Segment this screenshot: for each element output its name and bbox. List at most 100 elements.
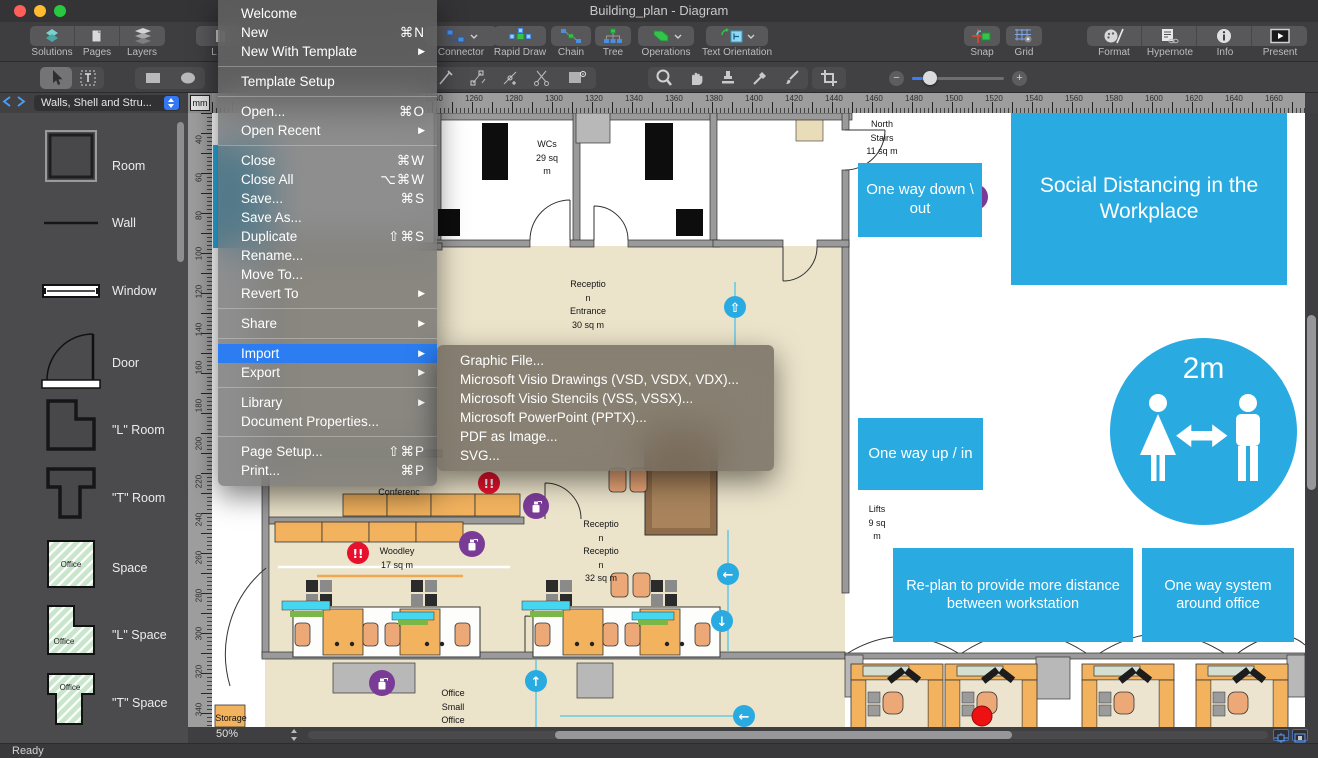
- submenu-arrow-icon: ▶: [418, 125, 425, 136]
- space-shape-icon: Office: [40, 533, 102, 595]
- ruler-unit[interactable]: mm: [190, 95, 210, 111]
- horizontal-scrollbar-thumb[interactable]: [555, 731, 1012, 739]
- label-reception: Receptio n Receptio n 32 sq m: [572, 518, 630, 586]
- chevron-down-icon: [674, 34, 682, 39]
- svg-text:Office: Office: [61, 560, 82, 569]
- page-view-button[interactable]: [1273, 729, 1289, 741]
- zoom-level-stepper[interactable]: [288, 729, 301, 741]
- menu-item-move-to[interactable]: Move To...: [218, 265, 437, 284]
- shape-edit-tool[interactable]: [558, 67, 596, 89]
- status-bar: Ready: [0, 743, 1318, 758]
- snap-button[interactable]: [964, 26, 1000, 46]
- ellipse-tool[interactable]: [170, 67, 205, 89]
- sign-one-way-up[interactable]: One way up / in: [858, 418, 983, 490]
- 2m-label: 2m: [1110, 352, 1297, 386]
- ruler-vertical[interactable]: 4060801001201401601802002202402602803003…: [188, 113, 212, 727]
- library-back-button[interactable]: [0, 94, 14, 112]
- menu-item-save-as[interactable]: Save As...: [218, 208, 437, 227]
- chain-button[interactable]: [551, 26, 591, 46]
- menu-item-import[interactable]: Import▶: [218, 344, 437, 363]
- menu-item-save[interactable]: Save...⌘S: [218, 189, 437, 208]
- submenu-item-visio-stencils[interactable]: Microsoft Visio Stencils (VSS, VSSX)...: [437, 389, 774, 408]
- submenu-item-svg[interactable]: SVG...: [437, 446, 774, 465]
- menu-item-duplicate[interactable]: Duplicate⇧⌘S: [218, 227, 437, 246]
- submenu-item-pdf-as-image[interactable]: PDF as Image...: [437, 427, 774, 446]
- zoom-out-button[interactable]: −: [889, 71, 904, 86]
- rectangle-tool[interactable]: [135, 67, 170, 89]
- horizontal-scrollbar[interactable]: [308, 731, 1268, 739]
- crop-tool[interactable]: [812, 67, 846, 89]
- present-button[interactable]: [1252, 26, 1307, 46]
- menu-item-rename[interactable]: Rename...: [218, 246, 437, 265]
- vertical-scrollbar[interactable]: [1305, 113, 1318, 727]
- operations-button[interactable]: [638, 26, 694, 46]
- grid-button[interactable]: [1006, 26, 1042, 46]
- tree-button[interactable]: [595, 26, 631, 46]
- eyedropper-tool[interactable]: [744, 67, 776, 89]
- library-panel-header: Walls, Shell and Stru...: [0, 93, 188, 113]
- menu-item-close[interactable]: Close⌘W: [218, 151, 437, 170]
- layers-button[interactable]: [120, 26, 165, 46]
- magnifier-icon: [654, 68, 674, 88]
- menu-separator: [218, 431, 437, 442]
- pan-tool[interactable]: [680, 67, 712, 89]
- zoom-slider-thumb[interactable]: [923, 71, 937, 85]
- add-point-tool[interactable]: [494, 67, 526, 89]
- chain-label: Chain: [558, 47, 584, 58]
- rapid-draw-button[interactable]: [494, 26, 546, 46]
- edit-node-tool[interactable]: [462, 67, 494, 89]
- hand-icon: [686, 68, 706, 88]
- label-storage: Storage: [208, 712, 254, 726]
- library-forward-button[interactable]: [14, 94, 28, 112]
- sign-one-way-system[interactable]: One way system around office: [1142, 548, 1294, 642]
- menu-item-document-properties[interactable]: Document Properties...: [218, 412, 437, 431]
- sign-one-way-down[interactable]: One way down \ out: [858, 163, 982, 237]
- sign-2m-distance[interactable]: 2m: [1110, 338, 1297, 525]
- add-point-icon: [500, 68, 520, 88]
- label-reception-entrance: Receptio n Entrance 30 sq m: [557, 278, 619, 332]
- pages-button[interactable]: [75, 26, 120, 46]
- menu-item-new-with-template[interactable]: New With Template▶: [218, 42, 437, 61]
- submenu-item-visio-drawings[interactable]: Microsoft Visio Drawings (VSD, VSDX, VDX…: [437, 370, 774, 389]
- zoom-tool[interactable]: [648, 67, 680, 89]
- menu-item-open-recent[interactable]: Open Recent▶: [218, 121, 437, 140]
- menu-item-new[interactable]: New⌘N: [218, 23, 437, 42]
- format-painter-tool[interactable]: [776, 67, 808, 89]
- menu-item-close-all[interactable]: Close All⌥⌘W: [218, 170, 437, 189]
- label-conference: Conferenc: [370, 486, 428, 500]
- hypernote-button[interactable]: [1142, 26, 1197, 46]
- submenu-item-graphic-file[interactable]: Graphic File...: [437, 351, 774, 370]
- menu-item-welcome[interactable]: Welcome: [218, 4, 437, 23]
- present-icon: [1268, 28, 1292, 44]
- library-scrollbar[interactable]: [177, 122, 184, 262]
- view-tool-group: [648, 67, 808, 89]
- menu-item-open[interactable]: Open...⌘O: [218, 102, 437, 121]
- menu-item-export[interactable]: Export▶: [218, 363, 437, 382]
- menu-item-library[interactable]: Library▶: [218, 393, 437, 412]
- menu-item-page-setup[interactable]: Page Setup...⇧⌘P: [218, 442, 437, 461]
- menu-item-revert-to[interactable]: Revert To▶: [218, 284, 437, 303]
- library-select[interactable]: Walls, Shell and Stru...: [34, 95, 180, 111]
- text-orientation-button[interactable]: [706, 26, 768, 46]
- format-label: Format: [1098, 47, 1130, 58]
- submenu-item-powerpoint[interactable]: Microsoft PowerPoint (PPTX)...: [437, 408, 774, 427]
- scissors-tool[interactable]: [526, 67, 558, 89]
- text-orientation-label: Text Orientation: [702, 47, 772, 58]
- menu-item-print[interactable]: Print...⌘P: [218, 461, 437, 480]
- sign-replan[interactable]: Re-plan to provide more distance between…: [893, 548, 1133, 642]
- menu-item-template-setup[interactable]: Template Setup: [218, 72, 437, 91]
- pointer-tool[interactable]: [40, 67, 72, 89]
- vertical-scrollbar-thumb[interactable]: [1307, 315, 1316, 490]
- info-button[interactable]: [1197, 26, 1252, 46]
- zoom-level-value[interactable]: 50%: [216, 728, 238, 740]
- sign-social-distancing[interactable]: Social Distancing in the Workplace: [1011, 113, 1287, 285]
- text-tool[interactable]: [72, 67, 104, 89]
- rapid-draw-icon: [508, 28, 532, 44]
- page-fit-button[interactable]: [1292, 729, 1308, 741]
- zoom-in-button[interactable]: +: [1012, 71, 1027, 86]
- solutions-button[interactable]: [30, 26, 75, 46]
- menu-item-share[interactable]: Share▶: [218, 314, 437, 333]
- stamp-tool[interactable]: [712, 67, 744, 89]
- svg-text:Office: Office: [54, 637, 75, 646]
- format-button[interactable]: [1087, 26, 1142, 46]
